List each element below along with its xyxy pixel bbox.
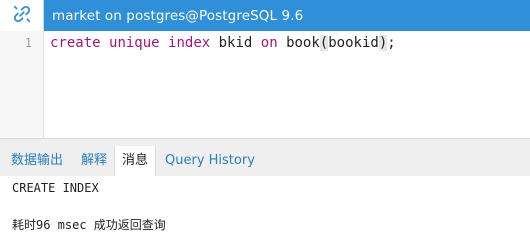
keyword-create: create — [50, 35, 101, 51]
connection-link-icon — [12, 4, 32, 28]
index-name: bkid — [218, 35, 253, 51]
keyword-index: index — [168, 35, 211, 51]
column-name: bookid — [328, 35, 379, 51]
close-paren: ) — [378, 35, 388, 51]
message-line-timing: 耗时96 msec 成功返回查询 — [12, 218, 166, 232]
line-number: 1 — [24, 36, 32, 50]
results-tabbar: 数据输出 解释 消息 Query History — [0, 142, 530, 176]
line-number-gutter: 1 — [0, 31, 44, 138]
messages-panel: CREATE INDEX 耗时96 msec 成功返回查询 — [0, 176, 530, 246]
message-line-result: CREATE INDEX — [12, 181, 99, 195]
statement-terminator: ; — [387, 35, 396, 51]
connection-button[interactable] — [0, 0, 44, 31]
tab-data-output[interactable]: 数据输出 — [11, 146, 63, 176]
connection-title: market on postgres@PostgreSQL 9.6 — [52, 7, 304, 24]
table-name: book — [286, 35, 320, 51]
tab-messages[interactable]: 消息 — [114, 146, 156, 176]
tab-explain[interactable]: 解释 — [81, 146, 107, 176]
keyword-unique: unique — [109, 35, 160, 51]
open-paren: ( — [319, 35, 329, 51]
sql-editor[interactable]: 1 create unique index bkid on book(booki… — [0, 31, 530, 138]
code-line[interactable]: create unique index bkid on book(bookid)… — [50, 35, 396, 51]
query-titlebar: market on postgres@PostgreSQL 9.6 — [0, 0, 530, 31]
keyword-on: on — [260, 35, 278, 51]
tab-query-history[interactable]: Query History — [165, 146, 255, 176]
